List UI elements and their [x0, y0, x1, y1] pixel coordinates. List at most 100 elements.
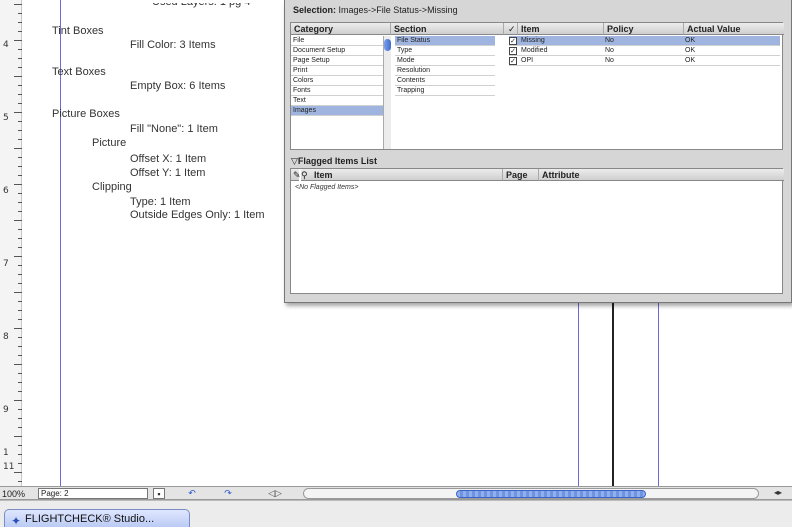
category-item[interactable]: File — [291, 36, 383, 46]
ruler-tick — [18, 211, 22, 212]
scroll-arrows[interactable]: ◂▸ — [765, 488, 791, 499]
page-menu-button[interactable]: ▪ — [153, 488, 165, 499]
ruler-tick — [18, 202, 22, 203]
rule-item: Missing — [521, 37, 545, 44]
ruler-tick — [18, 301, 22, 302]
flightcheck-task-tab[interactable]: ✦ FLIGHTCHECK® Studio... — [4, 509, 190, 527]
redo-icon[interactable]: ↷ — [216, 488, 240, 499]
ruler-tick — [18, 22, 22, 23]
ruler-tick — [18, 409, 22, 410]
pencil-icon[interactable]: ✎ — [291, 169, 301, 181]
category-item[interactable]: Print — [291, 66, 383, 76]
flagged-column-item[interactable]: Item — [311, 169, 503, 181]
ruler-tick — [14, 472, 22, 473]
column-header-section[interactable]: Section — [391, 23, 504, 35]
ruler-tick — [14, 112, 22, 113]
horizontal-scrollbar[interactable] — [303, 488, 759, 499]
category-item[interactable]: Text — [291, 96, 383, 106]
report-line: Type: 1 Item — [130, 196, 191, 208]
ruler-tick — [18, 427, 22, 428]
ruler-tick — [14, 292, 22, 293]
magnifier-icon[interactable]: ⚲ — [301, 169, 311, 181]
report-line: Offset X: 1 Item — [130, 153, 207, 165]
vertical-ruler[interactable]: 4 5 6 7 8 9 1 11 — [0, 0, 22, 486]
ruler-tick — [18, 391, 22, 392]
flagged-list-title[interactable]: ▽Flagged Items List — [291, 156, 377, 167]
rule-row[interactable]: ✓ Missing No OK — [509, 36, 780, 46]
column-header-check[interactable]: ✓ — [504, 23, 518, 35]
ruler-tick — [18, 346, 22, 347]
report-line: Clipping — [92, 181, 132, 193]
category-item[interactable]: Document Setup — [291, 46, 383, 56]
ruler-tick — [18, 283, 22, 284]
section-item[interactable]: Resolution — [395, 66, 495, 76]
page-nav-icon[interactable]: ◁▷ — [258, 488, 292, 499]
rule-actual-value: OK — [685, 57, 696, 64]
ruler-tick — [18, 49, 22, 50]
horizontal-scroll-thumb[interactable] — [456, 490, 646, 498]
ruler-tick — [18, 463, 22, 464]
ruler-tick — [18, 265, 22, 266]
column-header-item[interactable]: Item — [518, 23, 604, 35]
flightcheck-window: Selection: Images->File Status->Missing … — [284, 0, 792, 303]
undo-icon[interactable]: ↶ — [180, 488, 204, 499]
ruler-tick — [18, 67, 22, 68]
rule-policy[interactable]: No — [605, 46, 614, 56]
taskbar: ✦ FLIGHTCHECK® Studio... — [0, 500, 792, 527]
section-item[interactable]: Mode — [395, 56, 495, 66]
ruler-label: 1 — [3, 448, 9, 458]
category-item[interactable]: Images — [291, 106, 383, 116]
rule-checkbox[interactable]: ✓ — [509, 37, 517, 45]
ruler-label: 7 — [3, 259, 9, 269]
rule-actual-value: OK — [685, 47, 696, 54]
ruler-tick — [18, 238, 22, 239]
ruler-label: 4 — [3, 40, 9, 50]
report-line: Tint Boxes — [52, 25, 104, 37]
ruler-tick — [18, 229, 22, 230]
flagged-column-page[interactable]: Page — [503, 169, 539, 181]
ruler-tick — [14, 148, 22, 149]
rule-row[interactable]: ✓ OPI No OK — [509, 56, 780, 66]
rule-policy[interactable]: No — [605, 36, 614, 46]
category-scroll-thumb[interactable] — [384, 39, 391, 51]
section-item[interactable]: Type — [395, 46, 495, 56]
ruler-tick — [18, 373, 22, 374]
category-scrollbar[interactable] — [383, 36, 391, 149]
rule-item: OPI — [521, 57, 534, 64]
flightcheck-app-icon: ✦ — [11, 514, 22, 527]
selection-path: Selection: Images->File Status->Missing — [293, 5, 458, 15]
column-guide-left — [578, 300, 579, 486]
report-line: Offset Y: 1 Item — [130, 167, 206, 179]
page-edge-line — [612, 300, 614, 486]
selection-label: Selection: — [293, 5, 337, 15]
zoom-level[interactable]: 100% — [2, 489, 25, 499]
category-item[interactable]: Colors — [291, 76, 383, 86]
column-header-policy[interactable]: Policy — [604, 23, 684, 35]
section-item[interactable]: Trapping — [395, 86, 495, 96]
column-header-actual-value[interactable]: Actual Value — [684, 23, 784, 35]
flagged-column-attribute[interactable]: Attribute — [539, 169, 784, 181]
ruler-tick — [18, 175, 22, 176]
category-item[interactable]: Page Setup — [291, 56, 383, 66]
ruler-tick — [18, 274, 22, 275]
ruler-tick — [14, 436, 22, 437]
ruler-tick — [14, 4, 22, 5]
ruler-label: 9 — [3, 405, 9, 415]
ruler-tick — [18, 310, 22, 311]
report-line: Picture — [92, 137, 127, 149]
column-guide-right — [658, 300, 659, 486]
section-item[interactable]: File Status — [395, 36, 495, 46]
column-header-category[interactable]: Category — [291, 23, 391, 35]
rule-checkbox[interactable]: ✓ — [509, 47, 517, 55]
category-item[interactable]: Fonts — [291, 86, 383, 96]
report-line: Fill Color: 3 Items — [130, 39, 216, 51]
rule-row[interactable]: ✓ Modified No OK — [509, 46, 780, 56]
ruler-tick — [14, 364, 22, 365]
report-line: Used Layers: 1 pg 4 — [152, 0, 251, 8]
ruler-tick — [14, 256, 22, 257]
page-field[interactable]: Page: 2 — [38, 488, 148, 499]
section-item[interactable]: Contents — [395, 76, 495, 86]
rule-checkbox[interactable]: ✓ — [509, 57, 517, 65]
rule-policy[interactable]: No — [605, 56, 614, 66]
ruler-tick — [18, 454, 22, 455]
